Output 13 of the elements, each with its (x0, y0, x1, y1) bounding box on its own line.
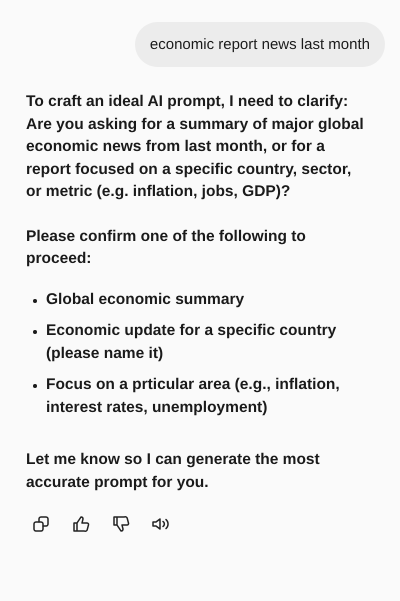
reply-paragraph: To craft an ideal AI prompt, I need to clarify: Are you asking for a summary of major global economic news from last month, or for a report focused on a specific country, sector, or metric (e.g. inflation, jobs, GDP)? (26, 92, 365, 202)
user-message: economic report news last month (134, 22, 385, 67)
reply-paragraph: Let me know so I can generate the most accurate prompt for you. (26, 450, 321, 492)
copy-icon[interactable] (31, 514, 51, 534)
thumbs-up-icon[interactable] (71, 514, 91, 534)
thumbs-down-icon[interactable] (111, 514, 131, 534)
option-text: Focus on a prticular area (e.g., inflation, interest rates, unemployment) (46, 375, 341, 418)
option-text: Global economic summary (46, 290, 246, 310)
bullet-icon (33, 384, 37, 388)
bullet-icon (33, 298, 37, 302)
reply-paragraph: Please confirm one of the following to proceed: (26, 226, 307, 269)
bullet-icon (33, 330, 37, 334)
option-text: Economic update for a specific country (please name it) (46, 321, 338, 364)
